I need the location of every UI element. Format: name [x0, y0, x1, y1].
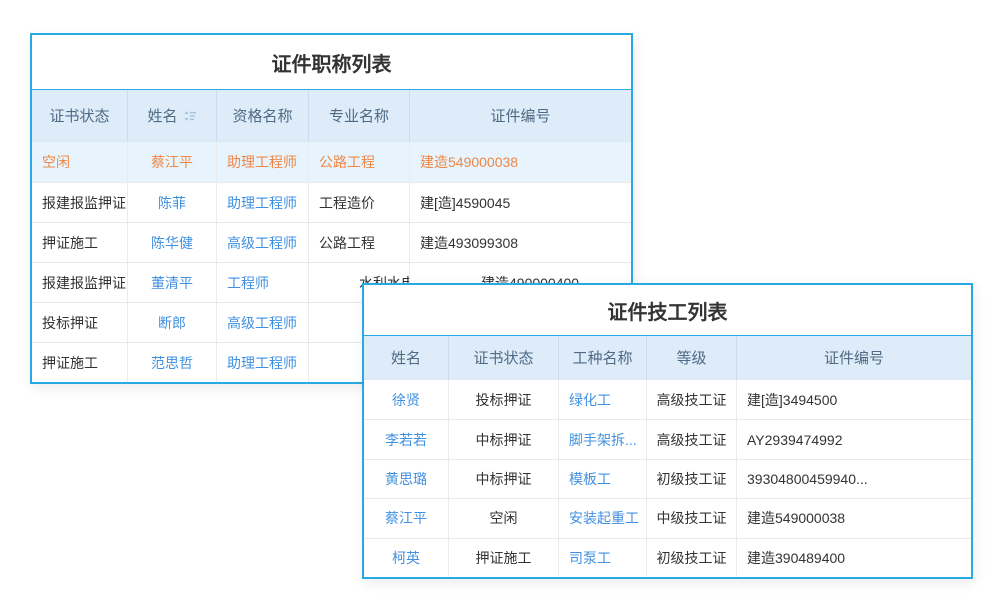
cell-cert-status: 押证施工: [449, 539, 559, 577]
cell-level: 初级技工证: [647, 539, 737, 577]
cell-cert-status: 投标押证: [449, 380, 559, 419]
cell-name[interactable]: 范思哲: [128, 343, 217, 382]
column-header-name: 姓名: [364, 336, 449, 379]
table-header-row: 姓名 证书状态 工种名称 等级 证件编号: [364, 336, 971, 380]
cell-major: 公路工程: [309, 223, 410, 262]
cell-level: 初级技工证: [647, 460, 737, 498]
cell-major: 公路工程: [309, 142, 410, 182]
table-row[interactable]: 报建报监押证 陈菲 助理工程师 工程造价 建[造]4590045: [32, 182, 631, 222]
column-header-cert-status: 证书状态: [449, 336, 559, 379]
cell-worktype[interactable]: 安装起重工: [559, 499, 647, 537]
cell-name[interactable]: 陈菲: [128, 183, 217, 222]
column-header-name[interactable]: 姓名: [128, 90, 217, 141]
cell-qualification[interactable]: 助理工程师: [217, 142, 309, 182]
table-row[interactable]: 蔡江平 空闲 安装起重工 中级技工证 建造549000038: [364, 498, 971, 537]
cell-level: 高级技工证: [647, 380, 737, 419]
cell-cert-number: 建造390489400: [737, 539, 971, 577]
cell-qualification[interactable]: 助理工程师: [217, 343, 309, 382]
cell-major: 工程造价: [309, 183, 410, 222]
cell-name[interactable]: 蔡江平: [128, 142, 217, 182]
cell-name[interactable]: 李若若: [364, 420, 449, 458]
table-title: 证件技工列表: [364, 285, 971, 336]
table-row[interactable]: 空闲 蔡江平 助理工程师 公路工程 建造549000038: [32, 142, 631, 182]
column-header-cert-status: 证书状态: [32, 90, 128, 141]
cell-cert-status: 押证施工: [32, 223, 128, 262]
cell-qualification[interactable]: 助理工程师: [217, 183, 309, 222]
table-row[interactable]: 徐贤 投标押证 绿化工 高级技工证 建[造]3494500: [364, 380, 971, 419]
cell-cert-number: 建[造]4590045: [410, 183, 631, 222]
column-header-label: 姓名: [147, 105, 177, 126]
table-header-row: 证书状态 姓名 资格名称 专业名称 证件编号: [32, 90, 631, 142]
cell-name[interactable]: 徐贤: [364, 380, 449, 419]
cell-cert-status: 押证施工: [32, 343, 128, 382]
cell-cert-status: 投标押证: [32, 303, 128, 342]
cell-qualification[interactable]: 高级工程师: [217, 303, 309, 342]
table-row[interactable]: 押证施工 陈华健 高级工程师 公路工程 建造493099308: [32, 222, 631, 262]
cell-cert-status: 报建报监押证: [32, 183, 128, 222]
worker-certificate-table-card: 证件技工列表 姓名 证书状态 工种名称 等级 证件编号 徐贤 投标押证 绿化工 …: [362, 283, 973, 579]
table-title: 证件职称列表: [32, 35, 631, 90]
column-header-level: 等级: [647, 336, 737, 379]
cell-cert-number: 建造549000038: [737, 499, 971, 537]
cell-level: 中级技工证: [647, 499, 737, 537]
cell-qualification[interactable]: 工程师: [217, 263, 309, 302]
cell-name[interactable]: 柯英: [364, 539, 449, 577]
cell-worktype[interactable]: 模板工: [559, 460, 647, 498]
cell-worktype[interactable]: 绿化工: [559, 380, 647, 419]
column-header-worktype: 工种名称: [559, 336, 647, 379]
cell-cert-number: 建造493099308: [410, 223, 631, 262]
table-row[interactable]: 李若若 中标押证 脚手架拆... 高级技工证 AY2939474992: [364, 419, 971, 458]
column-header-cert-number: 证件编号: [410, 90, 631, 141]
cell-name[interactable]: 陈华健: [128, 223, 217, 262]
cell-cert-number: 建造549000038: [410, 142, 631, 182]
cell-name[interactable]: 蔡江平: [364, 499, 449, 537]
cell-name[interactable]: 黄思璐: [364, 460, 449, 498]
table-row[interactable]: 柯英 押证施工 司泵工 初级技工证 建造390489400: [364, 538, 971, 577]
cell-name[interactable]: 董清平: [128, 263, 217, 302]
cell-cert-status: 空闲: [32, 142, 128, 182]
cell-cert-number: AY2939474992: [737, 420, 971, 458]
cell-cert-status: 中标押证: [449, 420, 559, 458]
cell-worktype[interactable]: 脚手架拆...: [559, 420, 647, 458]
cell-level: 高级技工证: [647, 420, 737, 458]
sort-icon[interactable]: [184, 110, 197, 122]
cell-qualification[interactable]: 高级工程师: [217, 223, 309, 262]
cell-name[interactable]: 断郎: [128, 303, 217, 342]
column-header-qualification: 资格名称: [217, 90, 309, 141]
table-row[interactable]: 黄思璐 中标押证 模板工 初级技工证 39304800459940...: [364, 459, 971, 498]
cell-cert-number: 建[造]3494500: [737, 380, 971, 419]
cell-cert-number: 39304800459940...: [737, 460, 971, 498]
column-header-major: 专业名称: [309, 90, 410, 141]
cell-cert-status: 空闲: [449, 499, 559, 537]
cell-worktype[interactable]: 司泵工: [559, 539, 647, 577]
cell-cert-status: 中标押证: [449, 460, 559, 498]
column-header-cert-number: 证件编号: [737, 336, 971, 379]
cell-cert-status: 报建报监押证: [32, 263, 128, 302]
